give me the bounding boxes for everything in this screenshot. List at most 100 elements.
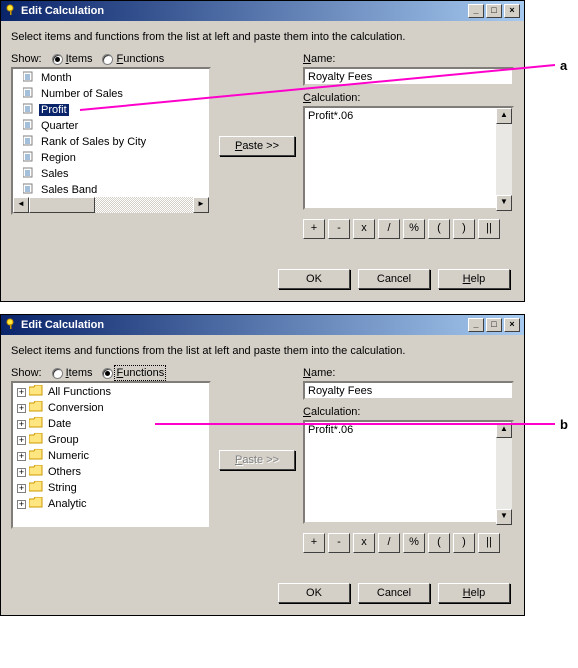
- operator-button[interactable]: +: [303, 533, 325, 553]
- operator-button[interactable]: /: [378, 533, 400, 553]
- items-listbox[interactable]: MonthNumber of SalesProfitQuarter Rank of…: [11, 67, 211, 215]
- list-item-label: Region: [39, 152, 78, 164]
- expand-icon[interactable]: +: [17, 420, 26, 429]
- list-item[interactable]: + Date: [15, 416, 207, 432]
- calculation-label: Calculation:: [303, 92, 514, 104]
- edit-calculation-dialog-b: Edit Calculation _ □ × Select items and …: [0, 314, 525, 616]
- scroll-up-button[interactable]: ▲: [496, 108, 512, 124]
- pushpin-icon: [5, 318, 17, 333]
- list-item[interactable]: Quarter: [15, 118, 207, 134]
- operator-button[interactable]: x: [353, 219, 375, 239]
- list-item-label: Rank of Sales by City: [39, 136, 148, 148]
- operator-button[interactable]: ): [453, 219, 475, 239]
- list-item[interactable]: Month: [15, 70, 207, 86]
- list-item[interactable]: + Analytic: [15, 496, 207, 512]
- vertical-scrollbar[interactable]: ▲ ▼: [496, 422, 512, 525]
- maximize-button[interactable]: □: [486, 318, 502, 332]
- operator-button[interactable]: (: [428, 533, 450, 553]
- minimize-button[interactable]: _: [468, 4, 484, 18]
- operator-button[interactable]: +: [303, 219, 325, 239]
- show-label: Show:: [11, 367, 42, 379]
- name-input[interactable]: [303, 381, 514, 400]
- list-item-label: Date: [46, 418, 73, 430]
- close-button[interactable]: ×: [504, 318, 520, 332]
- expand-icon[interactable]: +: [17, 436, 26, 445]
- horizontal-scrollbar[interactable]: ◄ ►: [13, 197, 209, 213]
- paste-button[interactable]: Paste >>: [219, 136, 295, 156]
- close-button[interactable]: ×: [504, 4, 520, 18]
- scroll-down-button[interactable]: ▼: [496, 509, 512, 525]
- radio-items[interactable]: Items: [52, 367, 93, 379]
- operator-button[interactable]: -: [328, 533, 350, 553]
- folder-icon: [29, 417, 43, 431]
- item-icon: [23, 87, 36, 101]
- list-item[interactable]: Sales: [15, 166, 207, 182]
- cancel-button[interactable]: Cancel: [358, 583, 430, 603]
- item-icon: [23, 71, 36, 85]
- radio-functions[interactable]: Functions: [102, 367, 164, 379]
- calculation-label: Calculation:: [303, 406, 514, 418]
- list-item[interactable]: Profit: [15, 102, 207, 118]
- cancel-button[interactable]: Cancel: [358, 269, 430, 289]
- maximize-button[interactable]: □: [486, 4, 502, 18]
- operator-button[interactable]: %: [403, 219, 425, 239]
- scroll-up-button[interactable]: ▲: [496, 422, 512, 438]
- list-item-label: Analytic: [46, 498, 89, 510]
- help-button[interactable]: Help: [438, 269, 510, 289]
- operator-button[interactable]: ||: [478, 219, 500, 239]
- operator-button[interactable]: /: [378, 219, 400, 239]
- expand-icon[interactable]: +: [17, 468, 26, 477]
- annotation-b: b: [560, 417, 568, 432]
- annotation-a: a: [560, 58, 567, 73]
- list-item-label: String: [46, 482, 79, 494]
- operator-row: +-x/%()||: [303, 533, 514, 553]
- edit-calculation-dialog-a: Edit Calculation _ □ × Select items and …: [0, 0, 525, 302]
- name-label: Name:: [303, 53, 514, 65]
- expand-icon[interactable]: +: [17, 404, 26, 413]
- ok-button[interactable]: OK: [278, 583, 350, 603]
- functions-listbox[interactable]: + All Functions + Conversion + Date + Group +Num…: [11, 381, 211, 529]
- operator-button[interactable]: %: [403, 533, 425, 553]
- list-item[interactable]: + Conversion: [15, 400, 207, 416]
- list-item[interactable]: + Group: [15, 432, 207, 448]
- list-item-label: All Functions: [46, 386, 113, 398]
- instruction-text: Select items and functions from the list…: [11, 31, 514, 43]
- operator-button[interactable]: x: [353, 533, 375, 553]
- item-icon: [23, 151, 36, 165]
- scroll-right-button[interactable]: ►: [193, 197, 209, 213]
- operator-button[interactable]: ): [453, 533, 475, 553]
- expand-icon[interactable]: +: [17, 500, 26, 509]
- list-item[interactable]: Rank of Sales by City: [15, 134, 207, 150]
- list-item[interactable]: Sales Band: [15, 182, 207, 198]
- list-item[interactable]: + All Functions: [15, 384, 207, 400]
- show-label: Show:: [11, 53, 42, 65]
- help-button[interactable]: Help: [438, 583, 510, 603]
- operator-button[interactable]: -: [328, 219, 350, 239]
- ok-button[interactable]: OK: [278, 269, 350, 289]
- name-input[interactable]: [303, 67, 514, 86]
- list-item[interactable]: +Others: [15, 464, 207, 480]
- operator-button[interactable]: (: [428, 219, 450, 239]
- calculation-textarea[interactable]: Profit*.06: [303, 106, 514, 210]
- expand-icon[interactable]: +: [17, 452, 26, 461]
- name-label: Name:: [303, 367, 514, 379]
- list-item[interactable]: + String: [15, 480, 207, 496]
- list-item-label: Conversion: [46, 402, 106, 414]
- dialog-title: Edit Calculation: [21, 319, 104, 331]
- expand-icon[interactable]: +: [17, 388, 26, 397]
- expand-icon[interactable]: +: [17, 484, 26, 493]
- list-item-label: Group: [46, 434, 81, 446]
- scroll-down-button[interactable]: ▼: [496, 195, 512, 211]
- list-item[interactable]: Number of Sales: [15, 86, 207, 102]
- minimize-button[interactable]: _: [468, 318, 484, 332]
- list-item[interactable]: Region: [15, 150, 207, 166]
- dialog-title: Edit Calculation: [21, 5, 104, 17]
- operator-button[interactable]: ||: [478, 533, 500, 553]
- radio-items[interactable]: Items: [52, 53, 93, 65]
- list-item[interactable]: +Numeric: [15, 448, 207, 464]
- vertical-scrollbar[interactable]: ▲ ▼: [496, 108, 512, 211]
- radio-functions[interactable]: Functions: [102, 53, 164, 65]
- scroll-left-button[interactable]: ◄: [13, 197, 29, 213]
- item-icon: [23, 135, 36, 149]
- calculation-textarea[interactable]: Profit*.06: [303, 420, 514, 524]
